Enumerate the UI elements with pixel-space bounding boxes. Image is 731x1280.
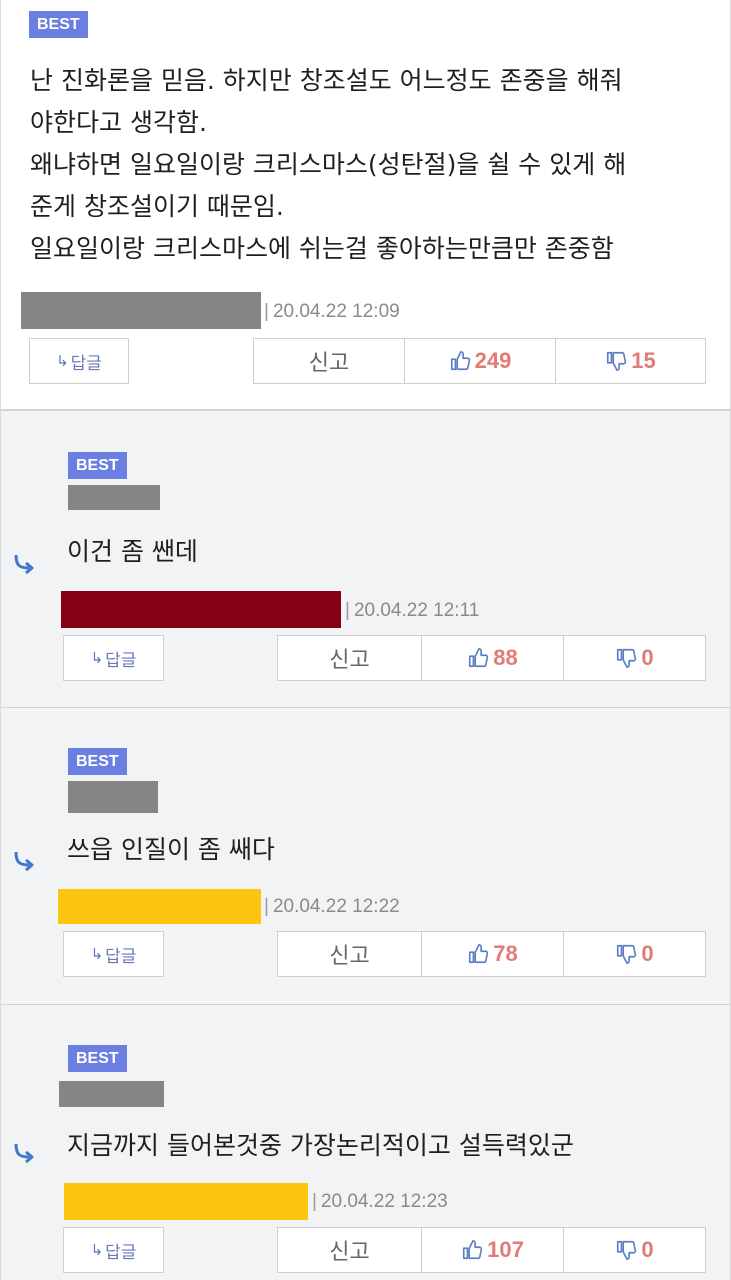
dislike-count: 15 (631, 348, 656, 373)
best-badge: BEST (68, 452, 127, 479)
comment-text: 지금까지 들어본것중 가장논리적이고 설득력있군 (67, 1131, 574, 1160)
like-button[interactable]: 107 (421, 1227, 564, 1273)
comment-text: 이건 좀 쌘데 (67, 537, 198, 566)
thumbs-down-icon (617, 944, 637, 964)
report-label: 신고 (329, 648, 370, 673)
comment-text: 난 진화론을 믿음. 하지만 창조설도 어느정도 존중을 해줘 야한다고 생각함… (30, 60, 626, 270)
dislike-button[interactable]: 0 (563, 931, 706, 977)
reply-button[interactable]: ↳ 답글 (63, 931, 164, 977)
redacted-author (58, 889, 261, 924)
dislike-button[interactable]: 0 (563, 1227, 706, 1273)
comment-main: BEST 난 진화론을 믿음. 하지만 창조설도 어느정도 존중을 해줘 야한다… (0, 0, 731, 410)
dislike-count: 0 (641, 1237, 654, 1262)
report-button[interactable]: 신고 (277, 635, 422, 681)
dislike-count: 0 (641, 941, 654, 966)
comment-date: 20.04.22 12:23 (320, 1191, 448, 1212)
meta-separator: | (264, 301, 269, 322)
reply-button[interactable]: ↳ 답글 (63, 1227, 164, 1273)
comment-line: 난 진화론을 믿음. 하지만 창조설도 어느정도 존중을 해줘 (30, 66, 623, 95)
reply-indent-icon (14, 1143, 34, 1164)
report-button[interactable]: 신고 (277, 931, 422, 977)
reply-indent-icon (14, 554, 34, 575)
reply-label: 답글 (105, 1242, 137, 1263)
report-label: 신고 (329, 1240, 370, 1265)
reply-indent-icon (14, 851, 34, 872)
comment-line: 준게 창조설이기 때문임. (30, 192, 284, 221)
report-label: 신고 (308, 351, 350, 376)
reply-label: 답글 (105, 650, 137, 671)
thumbs-down-icon (607, 351, 627, 371)
like-count: 249 (474, 348, 512, 373)
reply-button[interactable]: ↳ 답글 (29, 338, 129, 384)
comment-line: 야한다고 생각함. (30, 108, 207, 137)
meta-separator: | (264, 896, 269, 917)
thumbs-up-icon (463, 1240, 483, 1260)
redacted-author (64, 1183, 308, 1220)
report-button[interactable]: 신고 (277, 1227, 422, 1273)
like-count: 78 (493, 941, 518, 966)
redacted-author (61, 591, 341, 628)
dislike-button[interactable]: 15 (555, 338, 706, 384)
reply-label: 답글 (105, 946, 137, 967)
reply-arrow-icon: ↳ (90, 649, 104, 667)
reply-arrow-icon: ↳ (56, 352, 69, 370)
comment-date: 20.04.22 12:22 (272, 896, 400, 917)
comment-text: 쓰읍 인질이 좀 쌔다 (67, 835, 275, 864)
comment-line: 일요일이랑 크리스마스에 쉬는걸 좋아하는만큼만 존중함 (30, 234, 614, 263)
reply-arrow-icon: ↳ (90, 1241, 104, 1259)
like-button[interactable]: 249 (404, 338, 556, 384)
reply-arrow-icon: ↳ (90, 945, 104, 963)
comment-meta: | 20.04.22 12:11 (345, 599, 479, 623)
thumbs-up-icon (469, 944, 489, 964)
thumbs-down-icon (617, 648, 637, 668)
best-badge: BEST (68, 1045, 127, 1072)
reply-comment: BEST 이건 좀 쌘데 | 20.04.22 12:11 ↳ 답글 신고 88 0 (0, 410, 731, 708)
redacted-author (68, 485, 160, 510)
thumbs-down-icon (617, 1240, 637, 1260)
redacted-author (21, 292, 261, 329)
report-button[interactable]: 신고 (253, 338, 405, 384)
comment-date: 20.04.22 12:11 (353, 600, 480, 621)
reply-comment: BEST 지금까지 들어본것중 가장논리적이고 설득력있군 | 20.04.22 … (0, 1004, 731, 1280)
thumbs-up-icon (469, 648, 489, 668)
meta-separator: | (312, 1191, 317, 1212)
reply-comment: BEST 쓰읍 인질이 좀 쌔다 | 20.04.22 12:22 ↳ 답글 신고 … (0, 707, 731, 1005)
dislike-count: 0 (641, 645, 654, 670)
redacted-author (59, 1081, 164, 1107)
comment-date: 20.04.22 12:09 (272, 301, 400, 322)
like-button[interactable]: 78 (421, 931, 564, 977)
reply-button[interactable]: ↳ 답글 (63, 635, 164, 681)
comment-meta: | 20.04.22 12:09 (264, 300, 400, 324)
best-badge: BEST (68, 748, 127, 775)
best-badge: BEST (29, 11, 88, 38)
report-label: 신고 (329, 944, 370, 969)
reply-label: 답글 (70, 353, 102, 374)
comment-line: 왜냐하면 일요일이랑 크리스마스(성탄절)을 쉴 수 있게 해 (30, 150, 627, 179)
like-button[interactable]: 88 (421, 635, 564, 681)
comment-meta: | 20.04.22 12:22 (264, 895, 400, 919)
like-count: 88 (493, 645, 518, 670)
dislike-button[interactable]: 0 (563, 635, 706, 681)
thumbs-up-icon (450, 351, 470, 371)
meta-separator: | (345, 600, 350, 621)
like-count: 107 (487, 1237, 524, 1262)
redacted-author (68, 781, 158, 813)
comment-meta: | 20.04.22 12:23 (312, 1190, 448, 1214)
